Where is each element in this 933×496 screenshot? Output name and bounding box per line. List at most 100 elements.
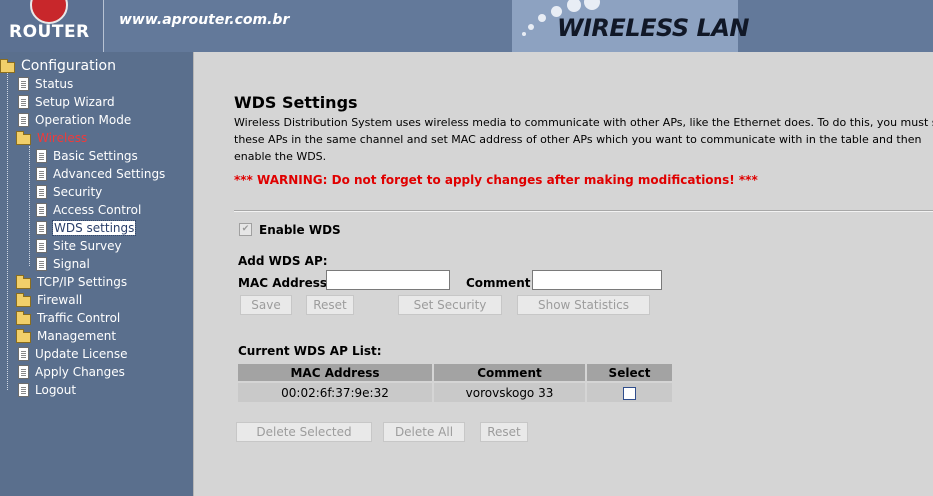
save-button[interactable]: Save	[240, 295, 292, 315]
header-divider	[103, 0, 104, 52]
page-icon	[36, 167, 47, 181]
tree-connector	[29, 146, 30, 266]
page-icon	[36, 149, 47, 163]
sidebar-item-operation-mode[interactable]: Operation Mode	[18, 111, 131, 129]
brand-text: WIRELESS LAN	[557, 14, 750, 42]
site-url: www.aprouter.com.br	[119, 12, 290, 28]
sidebar-item-traffic-control[interactable]: Traffic Control	[16, 309, 120, 327]
folder-open-icon	[0, 59, 15, 73]
sidebar-item-setup-wizard[interactable]: Setup Wizard	[18, 93, 115, 111]
sidebar-item-label: Site Survey	[53, 239, 122, 253]
mac-address-input[interactable]	[326, 270, 450, 290]
sidebar-item-label: WDS settings	[51, 220, 137, 236]
sidebar-item-label: Setup Wizard	[35, 95, 115, 109]
sidebar-item-basic-settings[interactable]: Basic Settings	[36, 147, 138, 165]
sidebar-item-label: Basic Settings	[53, 149, 138, 163]
page-icon	[18, 347, 29, 361]
sidebar-item-label: Management	[37, 329, 117, 343]
column-header-select: Select	[587, 364, 672, 381]
sidebar-item-site-survey[interactable]: Site Survey	[36, 237, 122, 255]
decor-dot-icon	[584, 0, 600, 10]
mac-cell: 00:02:6f:37:9e:32	[238, 383, 432, 402]
sidebar-item-advanced-settings[interactable]: Advanced Settings	[36, 165, 165, 183]
sidebar-item-label: Status	[35, 77, 74, 91]
logo-badge-icon	[30, 0, 68, 24]
reset-button[interactable]: Reset	[306, 295, 354, 315]
column-header-comment: Comment	[434, 364, 585, 381]
sidebar-item-update-license[interactable]: Update License	[18, 345, 128, 363]
enable-wds-label: Enable WDS	[259, 223, 341, 237]
sidebar-item-label: Traffic Control	[37, 311, 121, 325]
sidebar-item-firewall[interactable]: Firewall	[16, 291, 82, 309]
sidebar-item-security[interactable]: Security	[36, 183, 102, 201]
page-icon	[18, 95, 29, 109]
warning-text: *** WARNING: Do not forget to apply chan…	[234, 173, 758, 187]
wds-list-heading: Current WDS AP List:	[238, 344, 382, 358]
sidebar-item-access-control[interactable]: Access Control	[36, 201, 141, 219]
page-icon	[18, 77, 29, 91]
sidebar-item-label: Configuration	[21, 58, 116, 74]
page-icon	[36, 185, 47, 199]
sidebar-item-label: Advanced Settings	[53, 167, 166, 181]
table-header-row: MAC Address Comment Select	[238, 364, 672, 381]
page-icon	[36, 203, 47, 217]
sidebar-root-configuration[interactable]: Configuration	[0, 57, 116, 75]
sidebar-item-label: Signal	[53, 257, 90, 271]
select-cell	[587, 383, 672, 402]
sidebar-item-label: Security	[53, 185, 103, 199]
decor-dot-icon	[528, 24, 534, 30]
column-header-mac: MAC Address	[238, 364, 432, 381]
comment-label: Comment	[466, 276, 531, 290]
sidebar-item-status[interactable]: Status	[18, 75, 73, 93]
folder-icon	[16, 311, 31, 325]
page-title: WDS Settings	[234, 93, 358, 112]
page-icon	[18, 365, 29, 379]
sidebar-item-label: Access Control	[53, 203, 142, 217]
page-icon	[36, 257, 47, 271]
sidebar-item-logout[interactable]: Logout	[18, 381, 76, 399]
page-icon	[36, 239, 47, 253]
sidebar-item-apply-changes[interactable]: Apply Changes	[18, 363, 125, 381]
page-description: Wireless Distribution System uses wirele…	[234, 116, 933, 163]
sidebar-item-label: Wireless	[37, 131, 88, 145]
folder-open-icon	[16, 131, 31, 145]
decor-dot-icon	[567, 0, 581, 12]
sidebar-item-label: Logout	[35, 383, 77, 397]
sidebar-item-label: Update License	[35, 347, 128, 361]
page-icon	[18, 383, 29, 397]
wds-ap-table: MAC Address Comment Select 00:02:6f:37:9…	[236, 362, 674, 404]
decor-dot-icon	[522, 32, 526, 36]
decor-dot-icon	[538, 14, 546, 22]
router-logo: ROUTER	[0, 0, 103, 52]
table-reset-button[interactable]: Reset	[480, 422, 528, 442]
comment-cell: vorovskogo 33	[434, 383, 585, 402]
page-icon	[18, 113, 29, 127]
page-icon	[36, 221, 47, 235]
select-row-checkbox[interactable]	[623, 386, 636, 400]
comment-input[interactable]	[532, 270, 662, 290]
folder-icon	[16, 275, 31, 289]
main-content: WDS Settings Wireless Distribution Syste…	[193, 52, 933, 496]
header-banner: ROUTER www.aprouter.com.br WIRELESS LAN	[0, 0, 933, 52]
delete-all-button[interactable]: Delete All	[383, 422, 465, 442]
sidebar-item-label: Apply Changes	[35, 365, 125, 379]
add-wds-heading: Add WDS AP:	[238, 254, 328, 268]
sidebar-item-label: TCP/IP Settings	[37, 275, 128, 289]
folder-icon	[16, 329, 31, 343]
sidebar-item-wds-settings[interactable]: WDS settings	[36, 219, 137, 237]
sidebar-nav: Configuration Status Setup Wizard Operat…	[0, 52, 193, 496]
sidebar-item-wireless[interactable]: Wireless	[16, 129, 87, 147]
folder-icon	[16, 293, 31, 307]
tree-connector	[7, 72, 8, 390]
sidebar-item-tcpip-settings[interactable]: TCP/IP Settings	[16, 273, 127, 291]
sidebar-item-signal[interactable]: Signal	[36, 255, 90, 273]
enable-wds-checkbox[interactable]: ✔	[239, 223, 252, 236]
logo-text: ROUTER	[9, 22, 90, 42]
sidebar-item-management[interactable]: Management	[16, 327, 116, 345]
set-security-button[interactable]: Set Security	[398, 295, 502, 315]
sidebar-item-label: Operation Mode	[35, 113, 132, 127]
table-row: 00:02:6f:37:9e:32 vorovskogo 33	[238, 383, 672, 402]
mac-address-label: MAC Address	[238, 276, 328, 290]
show-statistics-button[interactable]: Show Statistics	[517, 295, 650, 315]
delete-selected-button[interactable]: Delete Selected	[236, 422, 372, 442]
